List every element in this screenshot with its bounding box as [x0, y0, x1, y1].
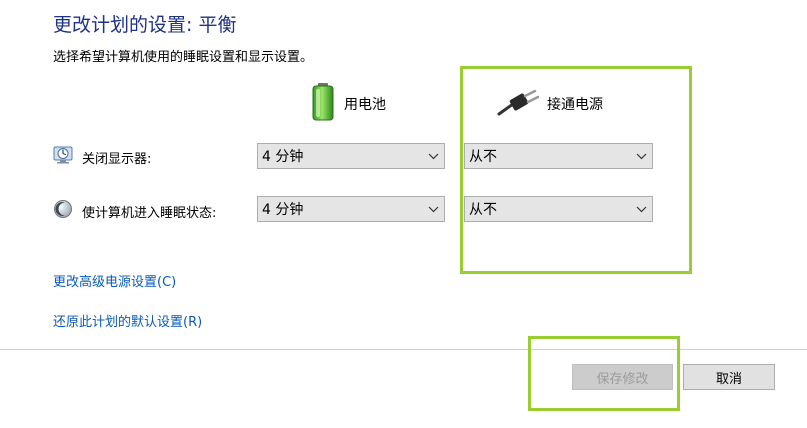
- battery-column-header: 用电池: [310, 82, 386, 126]
- select-value: 4 分钟: [262, 202, 304, 218]
- chevron-down-icon: [630, 144, 652, 168]
- turn-off-display-row-label: 关闭显示器:: [53, 145, 151, 169]
- select-value: 4 分钟: [262, 149, 304, 165]
- cancel-button[interactable]: 取消: [683, 364, 775, 390]
- plugged-in-column-label: 接通电源: [547, 97, 603, 113]
- page-subtitle: 选择希望计算机使用的睡眠设置和显示设置。: [53, 50, 314, 65]
- save-changes-button[interactable]: 保存修改: [572, 364, 673, 390]
- restore-defaults-link[interactable]: 还原此计划的默认设置(R): [53, 311, 202, 330]
- chevron-down-icon: [422, 144, 444, 168]
- select-value: 从不: [469, 202, 497, 218]
- plugged-in-column-header: 接通电源: [497, 88, 603, 120]
- sleep-label: 使计算机进入睡眠状态:: [82, 205, 217, 221]
- divider: [0, 349, 807, 350]
- advanced-power-settings-link[interactable]: 更改高级电源设置(C): [53, 271, 176, 290]
- power-plan-settings-page: 更改计划的设置: 平衡 选择希望计算机使用的睡眠设置和显示设置。 用电池 接通电…: [0, 0, 807, 428]
- select-value: 从不: [469, 149, 497, 165]
- turn-off-display-battery-select[interactable]: 4 分钟: [257, 143, 445, 169]
- display-icon: [53, 145, 73, 169]
- battery-icon: [310, 82, 336, 126]
- sleep-row-label: 使计算机进入睡眠状态:: [53, 199, 216, 223]
- power-plug-icon: [497, 88, 540, 120]
- page-title: 更改计划的设置: 平衡: [53, 14, 237, 36]
- battery-column-label: 用电池: [344, 97, 386, 113]
- sleep-plugged-select[interactable]: 从不: [464, 196, 653, 222]
- chevron-down-icon: [630, 197, 652, 221]
- turn-off-display-label: 关闭显示器:: [82, 151, 152, 167]
- sleep-battery-select[interactable]: 4 分钟: [257, 196, 445, 222]
- sleep-moon-icon: [53, 199, 73, 223]
- chevron-down-icon: [422, 197, 444, 221]
- turn-off-display-plugged-select[interactable]: 从不: [464, 143, 653, 169]
